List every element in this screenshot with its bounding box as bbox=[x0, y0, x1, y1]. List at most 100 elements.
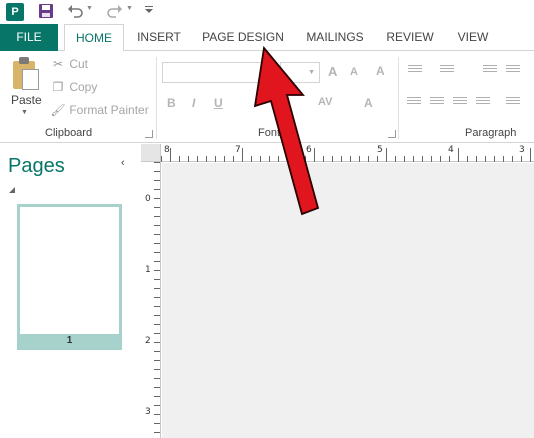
ruler-tick bbox=[278, 156, 279, 162]
quick-access-toolbar: P ▼ ▼ bbox=[0, 0, 534, 24]
ruler-tick bbox=[154, 387, 160, 388]
tab-review[interactable]: REVIEW bbox=[381, 24, 439, 51]
grow-font-button[interactable]: A bbox=[328, 64, 337, 79]
ruler-tick bbox=[215, 156, 216, 162]
ruler-tick bbox=[154, 225, 160, 226]
ruler-tick bbox=[323, 156, 324, 162]
format-painter-label: Format Painter bbox=[69, 103, 149, 117]
ruler-tick bbox=[154, 423, 160, 424]
decrease-indent-icon[interactable] bbox=[483, 65, 497, 77]
ruler-tick bbox=[332, 156, 333, 162]
align-center-icon[interactable] bbox=[430, 97, 444, 109]
format-painter-button[interactable]: 🖌 Format Painter bbox=[50, 101, 149, 119]
ruler-tick bbox=[287, 156, 288, 162]
shrink-font-button[interactable]: A bbox=[350, 66, 358, 78]
font-size-input[interactable]: ▼ bbox=[280, 62, 320, 83]
tab-home[interactable]: HOME bbox=[64, 24, 124, 52]
page-thumbnail[interactable]: 1 bbox=[17, 204, 122, 350]
ruler-label: 0 bbox=[145, 194, 151, 204]
font-name-input[interactable]: ▼ bbox=[162, 62, 277, 83]
ruler-tick bbox=[296, 156, 297, 162]
character-spacing-button[interactable]: AV bbox=[318, 96, 332, 108]
undo-icon[interactable] bbox=[66, 3, 84, 21]
ruler-tick bbox=[395, 156, 396, 162]
save-icon[interactable] bbox=[38, 3, 54, 21]
paragraph-group-label: Paragraph bbox=[465, 127, 517, 139]
ruler-tick bbox=[413, 156, 414, 162]
underline-button[interactable]: U bbox=[214, 96, 223, 110]
clipboard-group-label: Clipboard bbox=[45, 127, 93, 139]
paste-icon[interactable] bbox=[10, 57, 40, 91]
clear-formatting-button[interactable]: A bbox=[376, 64, 385, 78]
pages-pane-title: Pages bbox=[8, 155, 65, 177]
tab-page-design[interactable]: PAGE DESIGN bbox=[198, 24, 288, 51]
collapse-pane-icon[interactable]: ‹ bbox=[121, 157, 125, 169]
chevron-down-icon: ▼ bbox=[265, 69, 272, 76]
horizontal-ruler[interactable]: 8 7 6 5 4 3 bbox=[161, 144, 534, 162]
clipboard-launcher-icon[interactable] bbox=[145, 130, 153, 138]
ruler-tick bbox=[386, 148, 387, 162]
bullets-icon[interactable] bbox=[408, 65, 422, 77]
cut-button[interactable]: ✂ Cut bbox=[50, 55, 88, 73]
ruler-tick bbox=[154, 216, 160, 217]
ruler-tick bbox=[170, 148, 171, 162]
undo-dropdown-icon[interactable]: ▼ bbox=[86, 5, 93, 12]
chevron-down-icon: ▼ bbox=[308, 69, 315, 76]
publication-canvas[interactable] bbox=[162, 163, 534, 438]
paste-dropdown-icon[interactable]: ▼ bbox=[21, 109, 28, 116]
ruler-tick bbox=[242, 148, 243, 162]
expand-section-icon[interactable] bbox=[9, 187, 15, 193]
justify-icon[interactable] bbox=[476, 97, 490, 109]
ruler-tick bbox=[154, 360, 160, 361]
ruler-label: 3 bbox=[519, 145, 525, 155]
ruler-label: 4 bbox=[448, 145, 454, 155]
ruler-tick bbox=[154, 297, 160, 298]
ruler-label: 5 bbox=[377, 145, 383, 155]
paste-button[interactable]: Paste bbox=[11, 93, 42, 107]
redo-icon[interactable] bbox=[106, 3, 124, 21]
copy-button[interactable]: ❐ Copy bbox=[50, 78, 98, 96]
ruler-tick bbox=[161, 156, 162, 162]
ruler-tick bbox=[154, 288, 160, 289]
redo-dropdown-icon[interactable]: ▼ bbox=[126, 5, 133, 12]
ribbon-tabs: FILE HOME INSERT PAGE DESIGN MAILINGS RE… bbox=[0, 24, 534, 52]
ruler-tick bbox=[154, 243, 160, 244]
ruler-tick bbox=[154, 405, 160, 406]
ruler-tick bbox=[449, 156, 450, 162]
ruler-tick bbox=[154, 279, 160, 280]
tab-mailings[interactable]: MAILINGS bbox=[300, 24, 370, 51]
font-launcher-icon[interactable] bbox=[388, 130, 396, 138]
font-color-button[interactable]: A bbox=[364, 96, 373, 110]
ruler-tick bbox=[377, 156, 378, 162]
align-right-icon[interactable] bbox=[453, 97, 467, 109]
ruler-tick bbox=[154, 378, 160, 379]
font-group-label: Font bbox=[258, 127, 281, 139]
tab-view[interactable]: VIEW bbox=[449, 24, 497, 51]
ruler-tick bbox=[224, 156, 225, 162]
bold-button[interactable]: B bbox=[167, 96, 176, 110]
ribbon-home: Paste ▼ ✂ Cut ❐ Copy 🖌 Format Painter Cl… bbox=[0, 51, 534, 143]
ruler-tick bbox=[197, 156, 198, 162]
tab-insert[interactable]: INSERT bbox=[130, 24, 188, 51]
pages-pane: Pages ‹ 1 bbox=[0, 144, 140, 438]
ruler-tick bbox=[350, 156, 351, 162]
tab-file[interactable]: FILE bbox=[0, 24, 58, 51]
scissors-icon: ✂ bbox=[52, 57, 64, 71]
italic-button[interactable]: I bbox=[192, 96, 195, 110]
ruler-tick bbox=[154, 171, 160, 172]
numbering-icon[interactable] bbox=[440, 65, 454, 77]
ruler-tick bbox=[154, 342, 160, 343]
ruler-tick bbox=[154, 351, 160, 352]
copy-icon: ❐ bbox=[52, 80, 64, 94]
ruler-label: 2 bbox=[145, 336, 151, 346]
cut-label: Cut bbox=[69, 57, 89, 71]
increase-indent-icon[interactable] bbox=[506, 65, 520, 77]
vertical-ruler[interactable]: 0 1 2 3 bbox=[141, 162, 161, 438]
ruler-tick bbox=[154, 315, 160, 316]
ruler-corner bbox=[141, 144, 161, 162]
line-spacing-icon[interactable] bbox=[506, 97, 520, 109]
ruler-tick bbox=[503, 156, 504, 162]
align-left-icon[interactable] bbox=[407, 97, 421, 109]
copy-label: Copy bbox=[69, 80, 98, 94]
customize-qat-icon[interactable] bbox=[143, 3, 155, 21]
